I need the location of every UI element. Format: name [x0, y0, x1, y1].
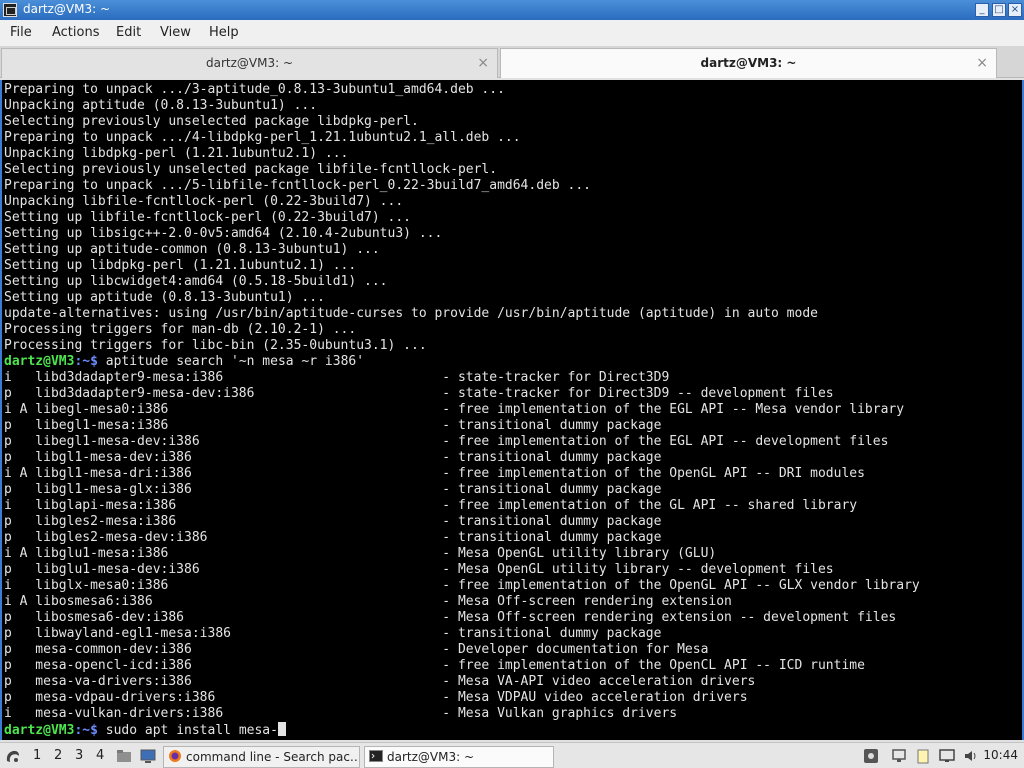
tab-close-icon[interactable]: × [477, 49, 489, 77]
task-terminal[interactable]: dartz@VM3: ~ [364, 746, 554, 768]
tab-terminal-1[interactable]: dartz@VM3: ~ × [1, 48, 498, 78]
tab-label: dartz@VM3: ~ [700, 56, 797, 70]
workspace-2[interactable]: 2 [54, 748, 62, 763]
window-title: dartz@VM3: ~ [23, 2, 111, 16]
search-result-row: p mesa-opencl-icd:i386 - free implementa… [4, 658, 865, 673]
display-icon[interactable] [938, 747, 956, 765]
taskbar: 1 2 3 4 command line - Search pac… dartz… [0, 742, 1024, 768]
output-line: Unpacking libdpkg-perl (1.21.1ubuntu2.1)… [4, 146, 349, 161]
tab-bar: dartz@VM3: ~ × dartz@VM3: ~ × [0, 46, 1024, 78]
terminal-output: Preparing to unpack .../3-aptitude_0.8.1… [4, 82, 920, 738]
task-label: dartz@VM3: ~ [387, 750, 475, 764]
menu-help[interactable]: Help [209, 25, 239, 40]
file-manager-icon[interactable] [115, 747, 133, 765]
output-line: Unpacking libfile-fcntllock-perl (0.22-3… [4, 194, 404, 209]
maximize-button[interactable]: □ [992, 3, 1006, 17]
command-text: sudo apt install mesa- [97, 723, 278, 738]
search-result-row: i A libosmesa6:i386 - Mesa Off-screen re… [4, 594, 732, 609]
minimize-button[interactable]: _ [975, 3, 989, 17]
firefox-icon [168, 749, 182, 763]
tab-close-icon[interactable]: × [976, 49, 988, 77]
terminal-app-icon [3, 3, 17, 17]
prompt-user: dartz@VM3 [4, 354, 75, 369]
network-icon[interactable] [890, 747, 908, 765]
search-result-row: i libglapi-mesa:i386 - free implementati… [4, 498, 858, 513]
workspace-1[interactable]: 1 [33, 748, 41, 763]
show-desktop-icon[interactable] [139, 747, 157, 765]
search-result-row: i A libegl-mesa0:i386 - free implementat… [4, 402, 905, 417]
search-result-row: p mesa-common-dev:i386 - Developer docum… [4, 642, 709, 657]
output-line: Preparing to unpack .../4-libdpkg-perl_1… [4, 130, 521, 145]
output-line: Processing triggers for man-db (2.10.2-1… [4, 322, 357, 337]
search-result-row: i A libglu1-mesa:i386 - Mesa OpenGL util… [4, 546, 717, 561]
search-result-row: p libglu1-mesa-dev:i386 - Mesa OpenGL ut… [4, 562, 834, 577]
search-result-row: p libegl1-mesa-dev:i386 - free implement… [4, 434, 889, 449]
volume-icon[interactable] [962, 747, 980, 765]
task-label: command line - Search pac… [186, 750, 360, 764]
search-result-row: p libegl1-mesa:i386 - transitional dummy… [4, 418, 662, 433]
clock[interactable]: 10:44 [983, 748, 1018, 762]
prompt-line: dartz@VM3:~$ aptitude search '~n mesa ~r… [4, 354, 920, 370]
workspace-4[interactable]: 4 [96, 748, 104, 763]
search-result-row: i libd3dadapter9-mesa:i386 - state-track… [4, 370, 670, 385]
terminal-icon [369, 749, 383, 763]
prompt-path: :~$ [74, 354, 98, 369]
prompt-user: dartz@VM3 [4, 723, 75, 738]
output-line: Setting up libfile-fcntllock-perl (0.22-… [4, 210, 411, 225]
prompt-path: :~$ [74, 723, 98, 738]
output-line: Processing triggers for libc-bin (2.35-0… [4, 338, 427, 353]
output-line: Preparing to unpack .../3-aptitude_0.8.1… [4, 82, 505, 97]
search-result-row: p libd3dadapter9-mesa-dev:i386 - state-t… [4, 386, 834, 401]
command-text: aptitude search '~n mesa ~r i386' [97, 354, 365, 369]
workspace-3[interactable]: 3 [75, 748, 83, 763]
search-result-row: p libgl1-mesa-dev:i386 - transitional du… [4, 450, 662, 465]
search-result-row: p libosmesa6-dev:i386 - Mesa Off-screen … [4, 610, 897, 625]
output-line: Setting up aptitude-common (0.8.13-3ubun… [4, 242, 380, 257]
menu-file[interactable]: File [10, 25, 32, 40]
tab-label: dartz@VM3: ~ [205, 56, 294, 70]
output-line: Setting up libcwidget4:amd64 (0.5.18-5bu… [4, 274, 388, 289]
window-titlebar[interactable]: dartz@VM3: ~ _ □ × [0, 0, 1024, 20]
search-result-row: p libgles2-mesa-dev:i386 - transitional … [4, 530, 662, 545]
output-line: update-alternatives: using /usr/bin/apti… [4, 306, 818, 321]
search-result-row: p mesa-vdpau-drivers:i386 - Mesa VDPAU v… [4, 690, 748, 705]
search-result-row: p libwayland-egl1-mesa:i386 - transition… [4, 626, 662, 641]
output-line: Selecting previously unselected package … [4, 162, 498, 177]
output-line: Setting up libsigc++-2.0-0v5:amd64 (2.10… [4, 226, 443, 241]
close-button[interactable]: × [1008, 3, 1022, 17]
search-result-row: i mesa-vulkan-drivers:i386 - Mesa Vulkan… [4, 706, 678, 721]
search-result-row: p libgles2-mesa:i386 - transitional dumm… [4, 514, 662, 529]
task-firefox[interactable]: command line - Search pac… [163, 746, 360, 768]
output-line: Setting up libdpkg-perl (1.21.1ubuntu2.1… [4, 258, 357, 273]
menu-actions[interactable]: Actions [52, 25, 100, 40]
clipboard-icon[interactable] [914, 747, 932, 765]
output-line: Unpacking aptitude (0.8.13-3ubuntu1) ... [4, 98, 318, 113]
menu-edit[interactable]: Edit [116, 25, 141, 40]
terminal-view[interactable]: Preparing to unpack .../3-aptitude_0.8.1… [0, 80, 1024, 740]
menu-bar: File Actions Edit View Help [0, 20, 1024, 46]
screenshot-icon[interactable] [862, 747, 880, 765]
search-result-row: i libglx-mesa0:i386 - free implementatio… [4, 578, 920, 593]
output-line: Setting up aptitude (0.8.13-3ubuntu1) ..… [4, 290, 325, 305]
output-line: Preparing to unpack .../5-libfile-fcntll… [4, 178, 591, 193]
menu-view[interactable]: View [160, 25, 191, 40]
terminal-cursor [277, 722, 286, 736]
search-result-row: p libgl1-mesa-glx:i386 - transitional du… [4, 482, 662, 497]
search-result-row: i A libgl1-mesa-dri:i386 - free implemen… [4, 466, 865, 481]
lxqt-menu-icon[interactable] [4, 747, 22, 765]
search-result-row: p mesa-va-drivers:i386 - Mesa VA-API vid… [4, 674, 756, 689]
output-line: Selecting previously unselected package … [4, 114, 419, 129]
prompt-line: dartz@VM3:~$ sudo apt install mesa- [4, 722, 920, 738]
tab-terminal-2[interactable]: dartz@VM3: ~ × [500, 48, 997, 78]
